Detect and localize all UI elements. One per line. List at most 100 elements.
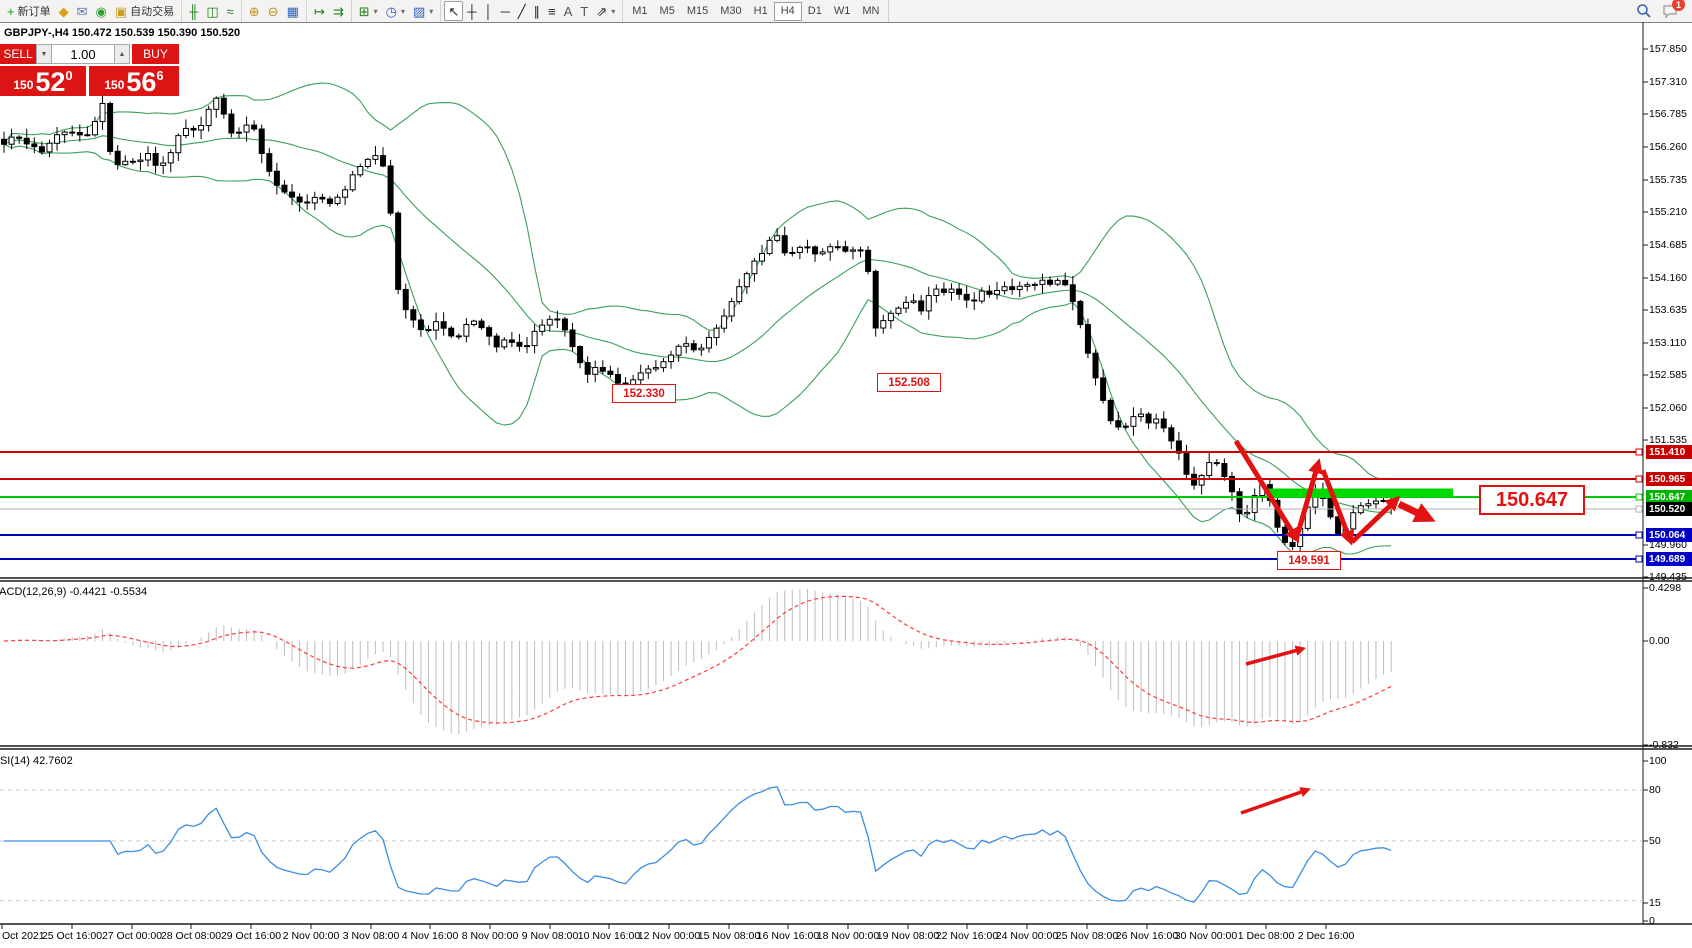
text-label-icon[interactable]: T [576, 1, 592, 21]
equidistant-channel-icon: ∥ [534, 5, 541, 18]
auto-scroll-icon: ↦ [314, 5, 325, 18]
price-level-badge: 150.064 [1646, 528, 1692, 542]
time-axis-label: 15 Nov 08:00 [698, 930, 760, 942]
toolbar-right: 1 [1633, 0, 1692, 22]
chat-icon[interactable]: 1 [1662, 3, 1678, 19]
resistance-level-label[interactable]: 150.647 [1479, 485, 1585, 515]
axis-tick-label: 152.585 [1649, 369, 1692, 381]
dropdown-caret-icon: ▾ [611, 7, 615, 16]
metaeditor-icon[interactable]: ◆ [55, 1, 73, 21]
axis-tick-label: 155.735 [1649, 174, 1692, 186]
horizontal-line-icon[interactable]: ─ [497, 1, 514, 21]
time-axis-label: 2 Nov 00:00 [283, 930, 340, 942]
timeframe-group: M1M5M15M30H1H4D1W1MN [623, 0, 889, 22]
new-order-button-label: 新订单 [18, 3, 51, 19]
timeframe-m15[interactable]: M15 [681, 2, 714, 20]
new-order-button[interactable]: +新订单 [3, 1, 55, 21]
rsi-line [4, 787, 1391, 902]
cursor-icon: ↖ [448, 5, 459, 18]
timeframe-m30[interactable]: M30 [714, 2, 747, 20]
axis-tick-label: 0 [1649, 915, 1692, 927]
timeframe-m5[interactable]: M5 [654, 2, 681, 20]
autotrading-button[interactable]: ▣自动交易 [111, 1, 178, 21]
text-icon[interactable]: A [560, 1, 577, 21]
notification-badge: 1 [1672, 0, 1685, 11]
equidistant-channel-icon[interactable]: ∥ [530, 1, 545, 21]
toolbar-group: ↖ ┼│ ─ ╱ ∥≡AT ⇗▾ [441, 0, 623, 22]
macd-signal-line [4, 596, 1391, 723]
indicators-icon[interactable]: ⊞▾ [355, 1, 382, 21]
sell-price-panel[interactable]: 150520 [0, 66, 86, 96]
zoom-in-icon: ⊕ [249, 5, 260, 18]
price-annotation-label[interactable]: 152.508 [877, 373, 941, 392]
timeframe-d1[interactable]: D1 [802, 2, 828, 20]
trendline-icon[interactable]: ╱ [514, 1, 530, 21]
candlestick-chart-icon[interactable]: ◫ [202, 1, 222, 21]
volume-input[interactable] [52, 44, 114, 64]
mail-icon[interactable]: ✉ [73, 1, 92, 21]
macd-indicator-label: MACD(12,26,9) -0.4421 -0.5534 [0, 586, 147, 598]
new-order-icon: + [7, 5, 15, 18]
zoom-in-icon[interactable]: ⊕ [245, 1, 264, 21]
sell-button[interactable]: SELL [0, 44, 36, 64]
toolbar-group: ↦⇉ [307, 0, 352, 22]
buy-button[interactable]: BUY [132, 44, 179, 64]
periods-icon[interactable]: ◷▾ [382, 1, 409, 21]
price-annotation-label[interactable]: 152.330 [612, 384, 676, 403]
time-axis-label: 16 Nov 16:00 [757, 930, 819, 942]
timeframe-h1[interactable]: H1 [748, 2, 774, 20]
timeframe-w1[interactable]: W1 [828, 2, 857, 20]
horizontal-line-icon: ─ [501, 5, 510, 18]
templates-icon[interactable]: ▨▾ [409, 1, 437, 21]
cursor-icon[interactable]: ↖ [444, 1, 463, 21]
tile-windows-icon[interactable]: ▦ [283, 1, 303, 21]
time-axis-label: 24 Nov 00:00 [996, 930, 1058, 942]
volume-decrease-button[interactable]: ▼ [36, 44, 52, 64]
bar-chart-icon[interactable]: ╫ [185, 1, 202, 21]
search-icon[interactable] [1636, 3, 1652, 19]
axis-tick-label: -0.832 [1649, 739, 1692, 751]
support-zone-bar[interactable] [1268, 489, 1453, 498]
crosshair-icon[interactable]: ┼ [463, 1, 480, 21]
time-axis-label: 9 Nov 08:00 [522, 930, 579, 942]
timeframe-m1[interactable]: M1 [626, 2, 653, 20]
axis-tick-label: 0.00 [1649, 635, 1692, 647]
volume-increase-button[interactable]: ▲ [114, 44, 130, 64]
line-chart-icon[interactable]: ≈ [223, 1, 238, 21]
time-axis-label: 3 Nov 08:00 [343, 930, 400, 942]
timeframe-h4[interactable]: H4 [774, 2, 802, 21]
axis-tick-label: 154.685 [1649, 239, 1692, 251]
time-axis-label: 8 Nov 00:00 [462, 930, 519, 942]
toolbar-group: ⊞▾◷▾▨▾ [352, 0, 442, 22]
buy-price-sup: 6 [156, 68, 163, 83]
fibonacci-icon[interactable]: ≡ [544, 1, 560, 21]
axis-tick-label: 50 [1649, 835, 1692, 847]
axis-tick-label: 156.785 [1649, 108, 1692, 120]
zoom-out-icon: ⊖ [268, 5, 279, 18]
auto-scroll-icon[interactable]: ↦ [310, 1, 329, 21]
chart-shift-icon[interactable]: ⇉ [329, 1, 348, 21]
buy-price-panel[interactable]: 150566 [89, 66, 179, 96]
tile-windows-icon: ▦ [287, 5, 299, 18]
bollinger-bands [4, 83, 1391, 556]
chart-area[interactable]: GBPJPY-,H4 150.472 150.539 150.390 150.5… [0, 22, 1692, 948]
bar-chart-icon: ╫ [189, 5, 198, 18]
text-label-icon: T [580, 5, 588, 18]
arrows-icon[interactable]: ⇗▾ [592, 1, 619, 21]
price-chart-canvas[interactable] [0, 22, 1692, 948]
timeframe-mn[interactable]: MN [856, 2, 885, 20]
axis-tick-label: 154.160 [1649, 272, 1692, 284]
signals-icon[interactable]: ◉ [92, 1, 111, 21]
zoom-out-icon[interactable]: ⊖ [264, 1, 283, 21]
time-axis-label: 29 Oct 16:00 [221, 930, 281, 942]
axis-tick-label: 155.210 [1649, 206, 1692, 218]
macd-histogram [4, 589, 1391, 734]
buy-price-prefix: 150 [104, 78, 124, 92]
price-level-badge: 149.689 [1646, 552, 1692, 566]
candlestick-chart-icon: ◫ [206, 5, 218, 18]
dropdown-caret-icon: ▾ [374, 7, 378, 16]
axis-tick-label: 153.110 [1649, 337, 1692, 349]
time-axis-label: 30 Nov 00:00 [1175, 930, 1237, 942]
price-annotation-label[interactable]: 149.591 [1277, 551, 1341, 570]
vertical-line-icon[interactable]: │ [480, 1, 496, 21]
